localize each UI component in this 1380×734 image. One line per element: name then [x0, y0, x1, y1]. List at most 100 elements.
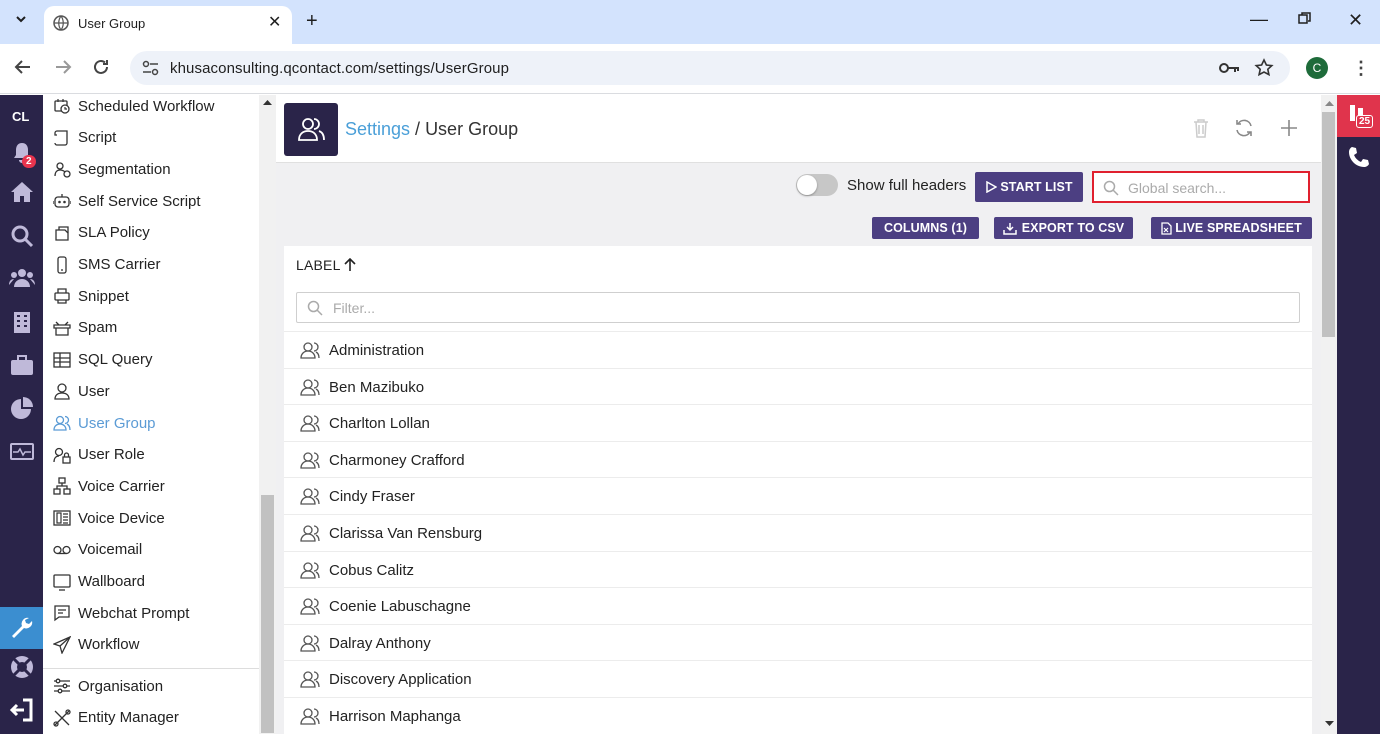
- start-list-button[interactable]: START LIST: [975, 172, 1083, 202]
- script-icon: [54, 130, 68, 146]
- global-search[interactable]: [1092, 171, 1310, 203]
- play-icon: [986, 181, 998, 193]
- main-scroll-thumb[interactable]: [1322, 112, 1335, 337]
- show-full-headers-toggle[interactable]: [796, 174, 838, 196]
- settings-item-user[interactable]: User: [43, 375, 259, 407]
- user-initials[interactable]: CL: [12, 109, 29, 124]
- tab-close-icon[interactable]: ✕: [268, 12, 281, 32]
- pie-chart-icon[interactable]: [9, 395, 35, 421]
- breadcrumb-separator: /: [410, 119, 426, 139]
- settings-item-entity-manager[interactable]: Entity Manager: [43, 702, 259, 734]
- monitor-pulse-icon[interactable]: [9, 439, 35, 465]
- sliders-icon: [54, 678, 70, 694]
- settings-item-scheduled-workflow[interactable]: Scheduled Workflow: [43, 95, 259, 122]
- browser-tab[interactable]: User Group ✕: [44, 6, 292, 44]
- settings-item-user-group[interactable]: User Group: [43, 407, 259, 439]
- settings-item-webchat-prompt[interactable]: Webchat Prompt: [43, 597, 259, 629]
- settings-item-organisation[interactable]: Organisation: [43, 670, 259, 702]
- settings-item-sms-carrier[interactable]: SMS Carrier: [43, 249, 259, 281]
- user-group-icon: [300, 671, 320, 689]
- scroll-up-icon[interactable]: [263, 99, 272, 105]
- home-icon[interactable]: [9, 179, 35, 205]
- table-row[interactable]: Harrison Maphanga: [284, 697, 1312, 734]
- breadcrumb-settings-link[interactable]: Settings: [345, 119, 410, 139]
- restore-icon[interactable]: [1298, 12, 1311, 30]
- settings-item-user-role[interactable]: User Role: [43, 439, 259, 471]
- new-tab-icon[interactable]: +: [306, 10, 318, 33]
- browser-menu-icon[interactable]: ⋮: [1352, 58, 1370, 79]
- filter-input[interactable]: [333, 299, 1233, 317]
- table-row[interactable]: Clarissa Van Rensburg: [284, 514, 1312, 551]
- table-row[interactable]: Cindy Fraser: [284, 477, 1312, 514]
- settings-item-self-service-script[interactable]: Self Service Script: [43, 185, 259, 217]
- lifebuoy-icon[interactable]: [9, 654, 35, 680]
- monitor-icon: [53, 573, 71, 591]
- address-bar[interactable]: khusaconsulting.qcontact.com/settings/Us…: [130, 51, 1290, 85]
- profile-avatar[interactable]: C: [1306, 57, 1328, 79]
- add-icon[interactable]: [1278, 117, 1300, 139]
- user-group-icon: [300, 708, 320, 725]
- settings-item-label: Wallboard: [78, 573, 145, 590]
- back-icon[interactable]: [14, 58, 32, 81]
- settings-item-voice-device[interactable]: Voice Device: [43, 502, 259, 534]
- table-row[interactable]: Charlton Lollan: [284, 404, 1312, 441]
- site-info-icon[interactable]: [142, 60, 159, 76]
- tools-icon: [53, 709, 71, 727]
- forward-icon[interactable]: [54, 58, 72, 81]
- contacts-icon[interactable]: [9, 265, 35, 291]
- wrench-icon[interactable]: [9, 615, 35, 641]
- bookmark-star-icon[interactable]: [1254, 58, 1274, 78]
- settings-item-label: User: [78, 382, 110, 400]
- settings-menu-scroll-thumb[interactable]: [261, 495, 274, 733]
- row-label: Administration: [329, 342, 425, 359]
- search-icon: [1103, 180, 1119, 196]
- table-row[interactable]: Coenie Labuschagne: [284, 587, 1312, 624]
- settings-item-workflow[interactable]: Workflow: [43, 629, 259, 661]
- password-key-icon[interactable]: [1218, 60, 1240, 76]
- briefcase-icon[interactable]: [9, 352, 35, 378]
- main-scroll-down-icon[interactable]: [1325, 721, 1334, 727]
- settings-item-label: User Role: [78, 446, 145, 464]
- logout-icon[interactable]: [9, 697, 35, 723]
- global-search-input[interactable]: [1128, 178, 1298, 198]
- settings-item-spam[interactable]: Spam: [43, 312, 259, 344]
- refresh-icon[interactable]: [1233, 117, 1255, 139]
- url-text: khusaconsulting.qcontact.com/settings/Us…: [170, 60, 510, 77]
- settings-item-sla-policy[interactable]: SLA Policy: [43, 217, 259, 249]
- main-scroll-up-icon[interactable]: [1325, 100, 1334, 106]
- columns-button[interactable]: COLUMNS (1): [872, 217, 979, 239]
- settings-item-snippet[interactable]: Snippet: [43, 280, 259, 312]
- settings-item-voice-carrier[interactable]: Voice Carrier: [43, 470, 259, 502]
- sla-icon: [55, 226, 69, 241]
- settings-item-voicemail[interactable]: Voicemail: [43, 534, 259, 566]
- settings-item-label: Self Service Script: [78, 192, 201, 210]
- table-row[interactable]: Administration: [284, 331, 1312, 368]
- settings-item-label: User Group: [78, 414, 156, 432]
- settings-item-label: SLA Policy: [78, 224, 150, 242]
- column-filter[interactable]: [296, 292, 1300, 323]
- table-row[interactable]: Cobus Calitz: [284, 550, 1312, 588]
- export-csv-button[interactable]: EXPORT TO CSV: [994, 217, 1133, 239]
- table-row[interactable]: Ben Mazibuko: [284, 367, 1312, 405]
- minimize-icon[interactable]: —: [1250, 9, 1268, 30]
- table-row[interactable]: Discovery Application: [284, 660, 1312, 697]
- table-row[interactable]: Charmoney Crafford: [284, 440, 1312, 478]
- label-column-header[interactable]: LABEL: [296, 257, 356, 273]
- building-icon[interactable]: [9, 309, 35, 335]
- user-icon: [54, 383, 70, 400]
- delete-icon[interactable]: [1190, 117, 1212, 139]
- settings-item-sql-query[interactable]: SQL Query: [43, 344, 259, 376]
- search-icon[interactable]: [9, 223, 35, 249]
- live-spreadsheet-button[interactable]: LIVE SPREADSHEET: [1151, 217, 1312, 239]
- window-close-icon[interactable]: ✕: [1348, 10, 1363, 31]
- phone-icon[interactable]: [1347, 145, 1371, 169]
- user-group-icon: [300, 525, 320, 542]
- settings-item-script[interactable]: Script: [43, 122, 259, 154]
- settings-item-wallboard[interactable]: Wallboard: [43, 566, 259, 598]
- reload-icon[interactable]: [92, 58, 110, 81]
- settings-item-segmentation[interactable]: Segmentation: [43, 153, 259, 185]
- table-row[interactable]: Dalray Anthony: [284, 623, 1312, 661]
- tab-list-chevron-icon[interactable]: [14, 12, 28, 31]
- queue-indicator[interactable]: 25: [1337, 95, 1380, 137]
- row-label: Charmoney Crafford: [329, 451, 465, 469]
